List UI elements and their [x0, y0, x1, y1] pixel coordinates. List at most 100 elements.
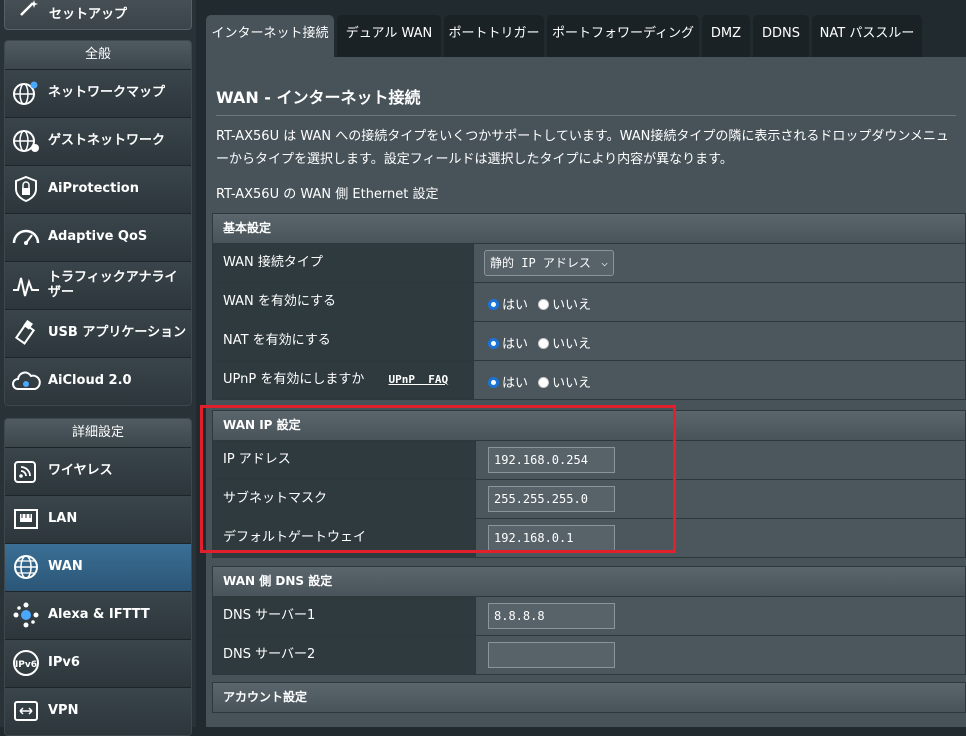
- sidebar-item-label: Alexa & IFTTT: [48, 607, 150, 622]
- wan-type-select[interactable]: 静的 IP アドレス ⌵: [484, 250, 614, 276]
- dns-server-1-input[interactable]: 8.8.8.8: [488, 603, 615, 629]
- wifi-icon: [14, 461, 36, 483]
- sidebar-item-wireless[interactable]: ワイヤレス: [5, 447, 191, 495]
- enable-nat-yes-radio[interactable]: [488, 338, 499, 349]
- enable-nat-no-radio[interactable]: [538, 338, 550, 349]
- wan-type-row: WAN 接続タイプ 静的 IP アドレス ⌵: [212, 244, 966, 283]
- sidebar-item-label: ワイヤレス: [48, 463, 113, 478]
- sidebar-item-label: USB アプリケーション: [48, 325, 187, 340]
- tab-dual-wan[interactable]: デュアル WAN: [337, 15, 441, 58]
- section-basic-settings: 基本設定 WAN 接続タイプ 静的 IP アドレス ⌵ WAN を有効にする は…: [212, 213, 966, 400]
- radio-label-yes: はい: [502, 337, 529, 352]
- page-title: WAN - インターネット接続: [216, 88, 421, 107]
- sidebar-item-vpn[interactable]: VPN: [5, 687, 191, 735]
- tab-port-trigger[interactable]: ポートトリガー: [444, 15, 544, 58]
- sidebar-item-label: トラフィックアナライザー: [48, 270, 178, 300]
- sidebar-item-traffic-analyzer[interactable]: トラフィックアナライザー: [5, 261, 191, 309]
- sidebar-item-label: Adaptive QoS: [48, 229, 148, 244]
- section-header: 基本設定: [212, 213, 966, 244]
- tab-dmz[interactable]: DMZ: [702, 15, 750, 58]
- sidebar-item-guest-network[interactable]: ゲストネットワーク: [5, 117, 191, 165]
- highlight-box: [200, 405, 676, 553]
- sidebar-item-network-map[interactable]: ネットワークマップ: [5, 69, 191, 117]
- chevron-down-icon: ⌵: [601, 256, 608, 269]
- sidebar-item-alexa-ifttt[interactable]: Alexa & IFTTT: [5, 591, 191, 639]
- sidebar: セットアップ 全般 ネットワークマップ ゲストネットワーク AiProtecti…: [0, 0, 196, 736]
- globe-icon: [14, 555, 38, 579]
- row-value: 8.8.8.8: [475, 597, 965, 635]
- tab-port-forwarding[interactable]: ポートフォワーディング: [547, 15, 699, 58]
- sidebar-group-header: 詳細設定: [5, 419, 191, 447]
- dns-server-2-input[interactable]: [488, 642, 615, 668]
- ipv6-icon: IPv6: [13, 650, 39, 676]
- title-divider: [216, 115, 956, 116]
- row-label-container: UPnP を有効にしますか UPnP FAQ: [213, 361, 473, 399]
- sidebar-item-lan[interactable]: LAN: [5, 495, 191, 543]
- alexa-icon: [13, 602, 39, 628]
- speedometer-icon: [12, 229, 40, 245]
- sidebar-item-label: AiCloud 2.0: [48, 373, 132, 388]
- tab-ddns[interactable]: DDNS: [753, 15, 809, 58]
- section-wan-dns-settings: WAN 側 DNS 設定 DNS サーバー1 8.8.8.8 DNS サーバー2: [212, 566, 966, 675]
- sidebar-item-label: VPN: [48, 703, 79, 718]
- row-label: WAN 接続タイプ: [213, 244, 473, 282]
- radio-label-no: いいえ: [552, 376, 592, 391]
- content-panel: WAN - インターネット接続 RT-AX56U は WAN への接続タイプをい…: [206, 57, 966, 727]
- row-label: NAT を有効にする: [213, 322, 473, 360]
- row-label: UPnP を有効にしますか: [223, 372, 365, 387]
- row-value: はい いいえ: [473, 361, 965, 399]
- tab-internet-connection[interactable]: インターネット接続: [206, 15, 334, 58]
- globe-map-icon: [13, 81, 38, 105]
- wand-icon: [20, 0, 38, 16]
- enable-wan-row: WAN を有効にする はい いいえ: [212, 283, 966, 322]
- sidebar-item-adaptive-qos[interactable]: Adaptive QoS: [5, 213, 191, 261]
- section-account-settings: アカウント設定: [212, 682, 966, 713]
- sidebar-group-general: 全般 ネットワークマップ ゲストネットワーク AiProtection Adap…: [4, 40, 192, 406]
- enable-upnp-no-radio[interactable]: [538, 377, 550, 388]
- radio-label-no: いいえ: [552, 337, 592, 352]
- cloud-icon: [12, 371, 41, 390]
- sidebar-item-label: IPv6: [48, 655, 80, 670]
- enable-nat-row: NAT を有効にする はい いいえ: [212, 322, 966, 361]
- row-value: はい いいえ: [473, 283, 965, 321]
- usb-icon: [14, 319, 36, 345]
- sidebar-item-wan[interactable]: WAN: [5, 543, 191, 591]
- enable-wan-no-radio[interactable]: [538, 299, 550, 310]
- radio-label-no: いいえ: [552, 298, 592, 313]
- vpn-icon: [14, 701, 38, 721]
- row-label: DNS サーバー1: [213, 597, 475, 635]
- section-header: アカウント設定: [212, 682, 966, 713]
- sidebar-item-aicloud[interactable]: AiCloud 2.0: [5, 357, 191, 405]
- sidebar-item-ipv6[interactable]: IPv6 IPv6: [5, 639, 191, 687]
- row-value: 静的 IP アドレス ⌵: [473, 244, 965, 282]
- upnp-faq-link[interactable]: UPnP FAQ: [388, 373, 448, 386]
- row-value: はい いいえ: [473, 322, 965, 360]
- sidebar-group-advanced: 詳細設定 ワイヤレス LAN WAN Alexa & IFTTT IPv6 IP…: [4, 418, 192, 736]
- sidebar-item-label: LAN: [48, 511, 78, 526]
- sidebar-item-aiprotection[interactable]: AiProtection: [5, 165, 191, 213]
- row-value: [475, 636, 965, 674]
- sidebar-item-label: AiProtection: [48, 181, 139, 196]
- page-subnote: RT-AX56U の WAN 側 Ethernet 設定: [216, 187, 439, 202]
- row-label: DNS サーバー2: [213, 636, 475, 674]
- wan-type-selected-value: 静的 IP アドレス: [490, 256, 591, 270]
- tab-nat-passthrough[interactable]: NAT パススルー: [812, 15, 922, 58]
- radio-label-yes: はい: [502, 376, 529, 391]
- sidebar-item-label: ゲストネットワーク: [48, 133, 166, 148]
- sidebar-item-label: WAN: [48, 559, 83, 574]
- section-header: WAN 側 DNS 設定: [212, 566, 966, 597]
- sidebar-item-setup[interactable]: セットアップ: [4, 0, 192, 30]
- row-label: WAN を有効にする: [213, 283, 473, 321]
- svg-text:IPv6: IPv6: [15, 660, 37, 670]
- enable-wan-yes-radio[interactable]: [488, 299, 499, 310]
- dns1-row: DNS サーバー1 8.8.8.8: [212, 597, 966, 636]
- lan-icon: [14, 509, 38, 529]
- dns2-row: DNS サーバー2: [212, 636, 966, 675]
- sidebar-item-label: セットアップ: [49, 7, 128, 22]
- traffic-wave-icon: [13, 277, 39, 297]
- sidebar-item-label: ネットワークマップ: [48, 85, 166, 100]
- enable-upnp-row: UPnP を有効にしますか UPnP FAQ はい いいえ: [212, 361, 966, 400]
- page-description: RT-AX56U は WAN への接続タイプをいくつかサポートしています。WAN…: [216, 129, 949, 167]
- enable-upnp-yes-radio[interactable]: [488, 377, 499, 388]
- sidebar-item-usb-application[interactable]: USB アプリケーション: [5, 309, 191, 357]
